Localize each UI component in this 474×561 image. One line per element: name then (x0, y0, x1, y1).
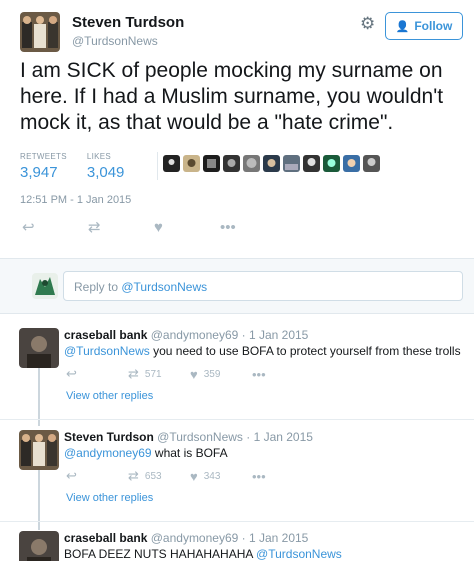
author-avatar[interactable] (20, 12, 60, 52)
liker-avatar[interactable] (183, 155, 200, 172)
author-name[interactable]: Steven Turdson (72, 14, 184, 31)
retweets-count: 3,947 (20, 164, 58, 181)
more-dots-icon: ••• (252, 468, 266, 484)
reply-mention[interactable]: @TurdsonNews (256, 547, 342, 561)
heart-icon: ♥ (190, 366, 198, 382)
reply-arrow-icon: ↩ (22, 219, 35, 236)
stats-divider (157, 152, 158, 180)
reply-composer: Reply to @TurdsonNews (0, 258, 474, 314)
reply-author-name[interactable]: Steven Turdson (64, 430, 154, 444)
reply-text-body: BOFA DEEZ NUTS HAHAHAHAHA (64, 547, 257, 561)
like-count: 359 (203, 368, 221, 380)
main-tweet: Steven Turdson @TurdsonNews ⚙ 👤 Follow I… (0, 0, 474, 258)
reply-placeholder-handle: @TurdsonNews (121, 280, 208, 294)
reply-actions: ↩ ⇄ 571 ♥ 359 ••• (66, 366, 314, 382)
reply-meta: @TurdsonNews · 1 Jan 2015 (157, 430, 313, 444)
author-block: Steven Turdson @TurdsonNews (72, 14, 184, 48)
more-button[interactable]: ••• (252, 469, 314, 484)
retweet-button[interactable]: ⇄ 653 (128, 468, 190, 484)
more-dots-icon: ••• (252, 366, 266, 382)
reply-avatar[interactable] (19, 328, 59, 368)
reply-meta: @andymoney69 · 1 Jan 2015 (150, 328, 309, 342)
reply-header: Steven Turdson @TurdsonNews · 1 Jan 2015 (64, 430, 313, 444)
likes-label: LIKES (86, 152, 112, 161)
gear-icon[interactable]: ⚙ (360, 15, 376, 32)
reply-placeholder-prefix: Reply to (74, 280, 122, 294)
reply-actions: ↩ ⇄ 653 ♥ 343 ••• (66, 468, 314, 484)
like-button[interactable]: ♥ 359 (190, 367, 252, 382)
tweet-timestamp[interactable]: 12:51 PM - 1 Jan 2015 (20, 194, 131, 206)
heart-icon: ♥ (190, 468, 198, 484)
divider (0, 419, 474, 420)
liker-avatar[interactable] (223, 155, 240, 172)
likes-count: 3,049 (86, 164, 125, 181)
reply-header: craseball bank @andymoney69 · 1 Jan 2015 (64, 328, 308, 342)
divider (0, 521, 474, 522)
liker-avatar[interactable] (343, 155, 360, 172)
reply-tweet[interactable]: craseball bank @andymoney69 · 1 Jan 2015… (0, 531, 474, 561)
liker-avatar[interactable] (323, 155, 340, 172)
reply-button[interactable]: ↩ (66, 468, 128, 484)
reply-text: @andymoney69 what is BOFA (64, 446, 228, 460)
more-button[interactable]: ••• (252, 367, 314, 382)
follow-label: Follow (414, 19, 453, 33)
likes-stat[interactable]: LIKES 3,049 (87, 152, 125, 181)
liker-avatar[interactable] (283, 155, 300, 172)
tweet-text: I am SICK of people mocking my surname o… (20, 59, 444, 134)
reply-tweet[interactable]: Steven Turdson @TurdsonNews · 1 Jan 2015… (0, 430, 474, 520)
reply-arrow-icon: ↩ (66, 366, 77, 381)
reply-text-body: you need to use BOFA to protect yourself… (149, 344, 461, 358)
reply-author-name[interactable]: craseball bank (64, 328, 147, 342)
reply-input[interactable]: Reply to @TurdsonNews (63, 271, 463, 301)
liker-avatar[interactable] (363, 155, 380, 172)
heart-icon: ♥ (154, 218, 163, 236)
reply-mention[interactable]: @andymoney69 (64, 446, 152, 460)
add-user-icon: 👤 (395, 20, 410, 33)
reply-header: craseball bank @andymoney69 · 1 Jan 2015 (64, 531, 308, 545)
retweets-stat[interactable]: RETWEETS 3,947 (20, 152, 67, 181)
reply-meta: @andymoney69 · 1 Jan 2015 (150, 531, 309, 545)
retweet-button[interactable]: ⇄ 571 (128, 366, 190, 382)
follow-button[interactable]: 👤 Follow (385, 12, 463, 40)
tweet-actions: ↩ ⇄ ♥ ••• (22, 218, 286, 237)
like-button[interactable]: ♥ 343 (190, 469, 252, 484)
liker-avatar[interactable] (163, 155, 180, 172)
more-dots-icon: ••• (220, 218, 236, 236)
retweet-icon: ⇄ (128, 468, 139, 483)
view-other-replies-link[interactable]: View other replies (66, 390, 153, 402)
reply-avatar[interactable] (19, 531, 59, 561)
like-button[interactable]: ♥ (154, 219, 220, 236)
reply-text: BOFA DEEZ NUTS HAHAHAHAHA @TurdsonNews (64, 547, 342, 561)
view-other-replies-link[interactable]: View other replies (66, 492, 153, 504)
retweet-count: 571 (144, 368, 162, 380)
like-count: 343 (203, 470, 221, 482)
likers-avatars (163, 155, 380, 172)
reply-mention[interactable]: @TurdsonNews (64, 344, 150, 358)
retweet-icon: ⇄ (88, 219, 101, 236)
liker-avatar[interactable] (263, 155, 280, 172)
liker-avatar[interactable] (303, 155, 320, 172)
tweet-stats: RETWEETS 3,947 LIKES 3,049 (20, 152, 144, 181)
liker-avatar[interactable] (243, 155, 260, 172)
current-user-avatar[interactable] (32, 273, 58, 299)
retweet-icon: ⇄ (128, 366, 139, 381)
reply-arrow-icon: ↩ (66, 468, 77, 483)
retweets-label: RETWEETS (20, 152, 67, 161)
retweet-count: 653 (144, 470, 162, 482)
reply-button[interactable]: ↩ (22, 218, 88, 236)
author-handle[interactable]: @TurdsonNews (72, 34, 184, 48)
reply-text-body: what is BOFA (151, 446, 228, 460)
retweet-button[interactable]: ⇄ (88, 218, 154, 236)
reply-tweet[interactable]: craseball bank @andymoney69 · 1 Jan 2015… (0, 328, 474, 418)
liker-avatar[interactable] (203, 155, 220, 172)
more-button[interactable]: ••• (220, 219, 286, 236)
reply-text: @TurdsonNews you need to use BOFA to pro… (64, 344, 461, 358)
reply-avatar[interactable] (19, 430, 59, 470)
reply-button[interactable]: ↩ (66, 366, 128, 382)
reply-author-name[interactable]: craseball bank (64, 531, 147, 545)
